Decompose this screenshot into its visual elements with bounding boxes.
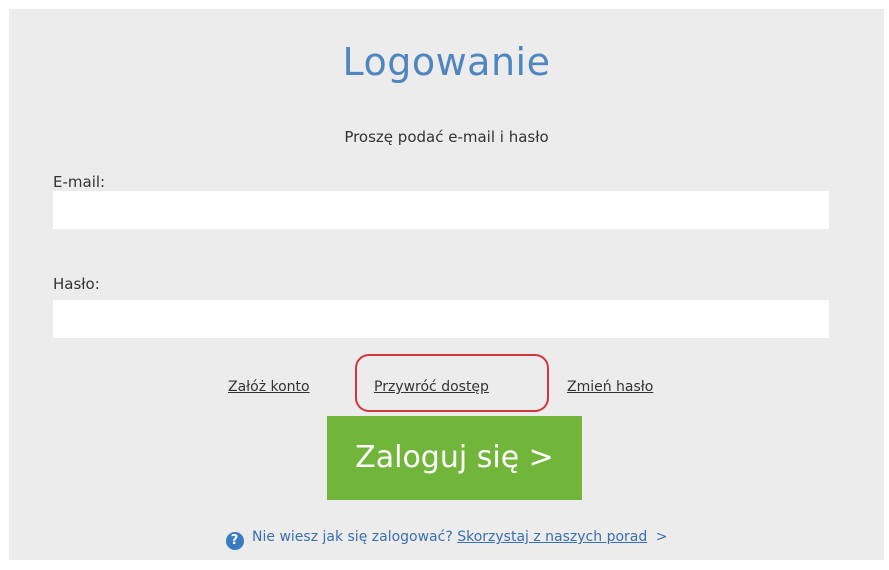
help-advice-link[interactable]: Skorzystaj z naszych porad (457, 529, 647, 545)
change-password-link[interactable]: Zmień hasło (567, 377, 653, 397)
page-title: Logowanie (342, 40, 551, 84)
login-button[interactable]: Zaloguj się > (327, 416, 582, 500)
chevron-right-icon: > (655, 529, 668, 545)
login-panel: Logowanie Proszę podać e-mail i hasło E-… (9, 9, 884, 560)
login-instruction: Proszę podać e-mail i hasło (344, 128, 549, 146)
password-label: Hasło: (53, 275, 100, 293)
help-row: ? Nie wiesz jak się zalogować? Skorzysta… (9, 527, 884, 550)
help-question: Nie wiesz jak się zalogować? (252, 529, 453, 545)
email-label: E-mail: (53, 173, 106, 191)
create-account-link[interactable]: Załóż konto (228, 377, 310, 397)
restore-access-highlight (355, 354, 549, 412)
password-field[interactable] (53, 300, 829, 338)
question-mark-icon: ? (225, 532, 244, 550)
email-field[interactable] (53, 191, 829, 229)
